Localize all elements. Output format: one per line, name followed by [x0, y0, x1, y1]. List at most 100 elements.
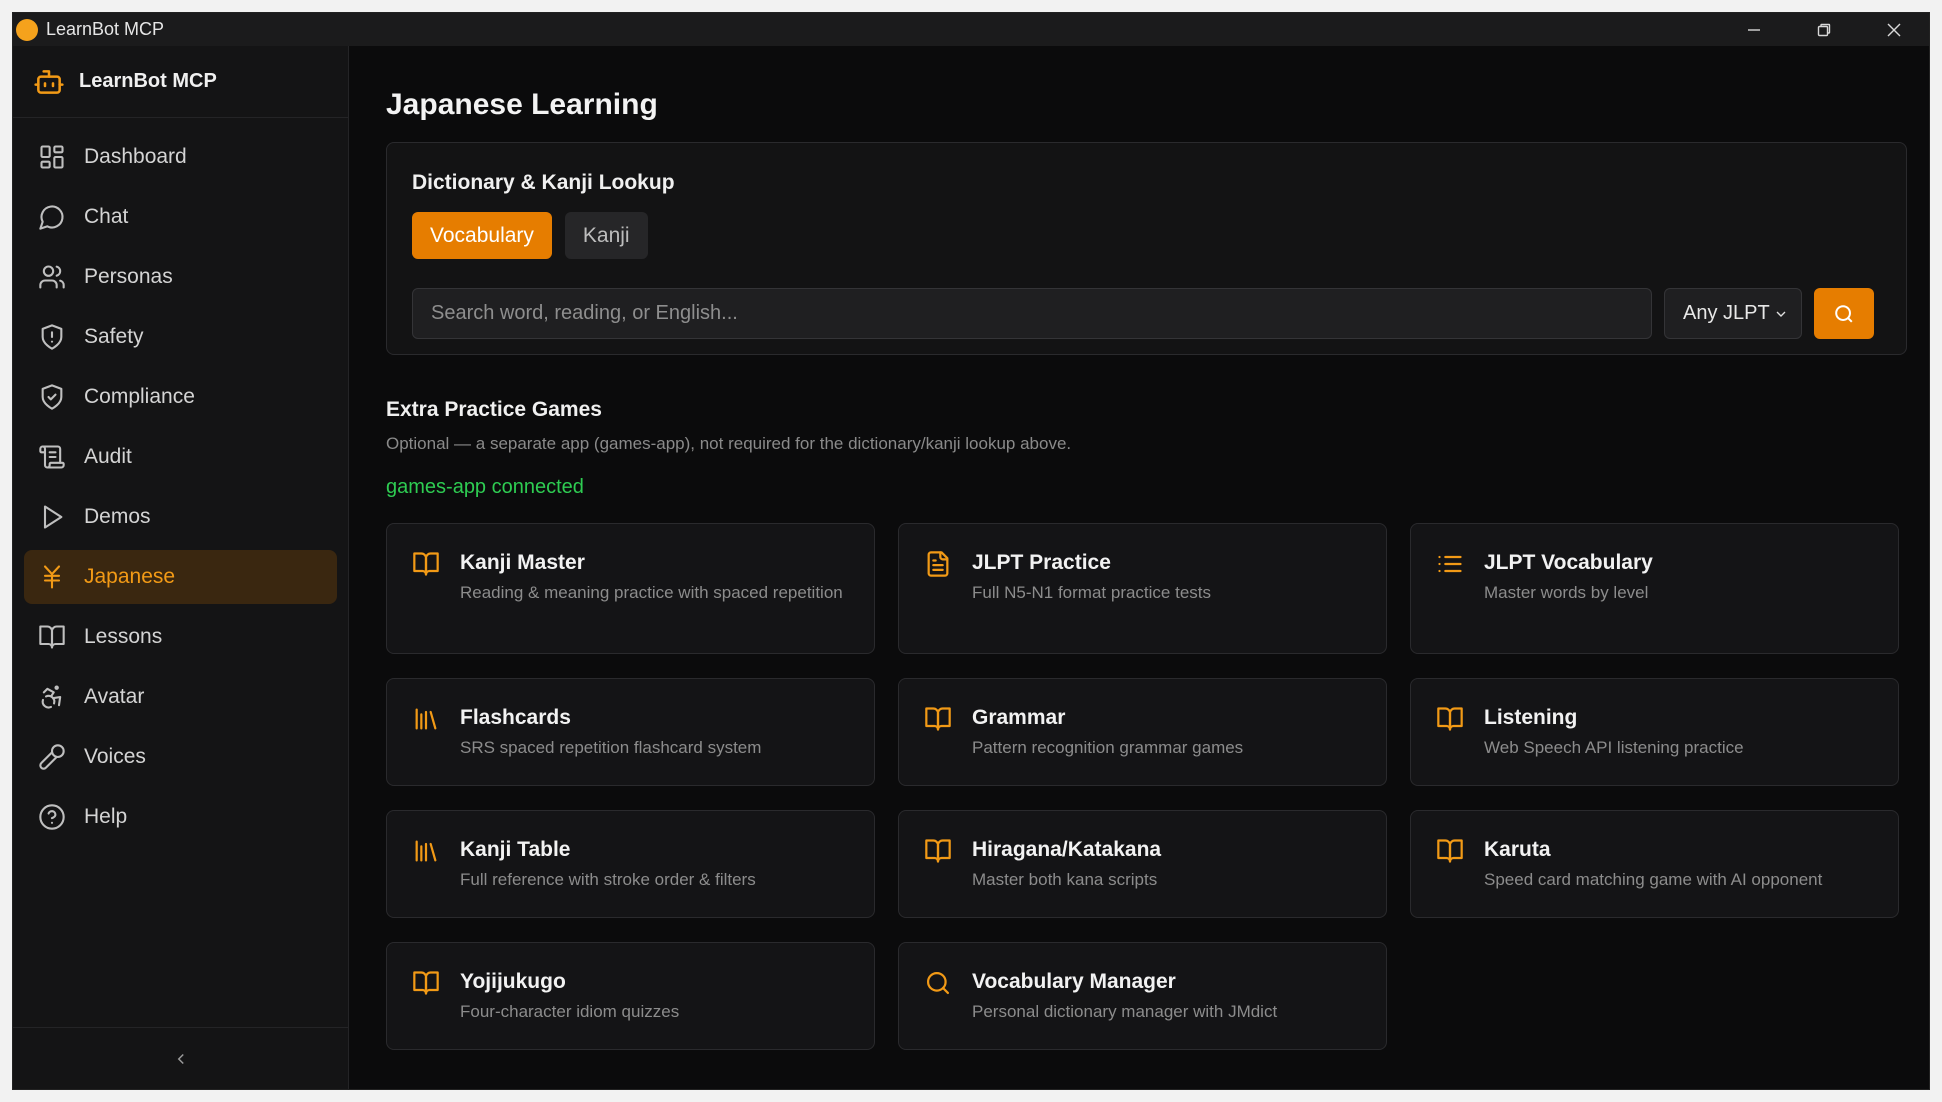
game-card-hiragana-katakana[interactable]: Hiragana/Katakana Master both kana script… — [898, 810, 1387, 918]
sidebar-item-safety[interactable]: Safety — [24, 310, 337, 364]
search-icon — [1835, 304, 1853, 323]
collapse-sidebar-button[interactable] — [13, 1027, 348, 1089]
sidebar-item-lessons[interactable]: Lessons — [24, 610, 337, 664]
scroll-icon — [37, 442, 67, 472]
connection-status: games-app connected — [386, 476, 584, 498]
page-title: Japanese Learning — [386, 88, 658, 121]
sidebar: LearnBot MCP Dashboard Chat Personas Saf… — [13, 46, 349, 1089]
book-open-icon — [923, 837, 953, 867]
chevron-left-icon — [177, 1053, 184, 1064]
users-icon — [37, 262, 67, 292]
game-title: Vocabulary Manager — [972, 970, 1176, 993]
sidebar-item-label: Japanese — [84, 565, 176, 588]
book-open-icon — [411, 969, 441, 999]
sidebar-item-personas[interactable]: Personas — [24, 250, 337, 304]
search-row: Any JLPT — [412, 288, 1881, 339]
jlpt-level-select[interactable]: Any JLPT — [1664, 288, 1802, 339]
game-title: Flashcards — [460, 706, 571, 729]
close-icon — [1887, 23, 1901, 36]
game-title: Yojijukugo — [460, 970, 566, 993]
sidebar-item-label: Safety — [84, 325, 144, 348]
sidebar-item-label: Avatar — [84, 685, 145, 708]
search-icon — [923, 969, 953, 999]
lookup-tabs: Vocabulary Kanji — [412, 212, 1881, 259]
minimize-button[interactable] — [1719, 13, 1789, 46]
book-open-icon — [411, 550, 441, 580]
app-icon — [16, 18, 38, 41]
game-card-jlpt-practice[interactable]: JLPT Practice Full N5-N1 format practice … — [898, 523, 1387, 654]
game-description: Speed card matching game with AI opponen… — [1484, 870, 1823, 889]
game-description: Full N5-N1 format practice tests — [972, 583, 1212, 602]
game-description: Master both kana scripts — [972, 870, 1158, 889]
minimize-icon — [1748, 28, 1760, 31]
sidebar-item-label: Demos — [84, 505, 151, 528]
restore-button[interactable] — [1789, 13, 1859, 46]
yen-icon — [37, 562, 67, 592]
sidebar-item-dashboard[interactable]: Dashboard — [24, 130, 337, 184]
game-title: JLPT Practice — [972, 551, 1111, 574]
game-title: Kanji Table — [460, 838, 571, 861]
sidebar-item-japanese[interactable]: Japanese — [24, 550, 337, 604]
brand-name: LearnBot MCP — [79, 70, 217, 92]
sidebar-item-label: Dashboard — [84, 145, 187, 168]
game-card-listening[interactable]: Listening Web Speech API listening practi… — [1410, 678, 1899, 786]
sidebar-item-label: Lessons — [84, 625, 163, 648]
game-card-yojijukugo[interactable]: Yojijukugo Four-character idiom quizzes — [386, 942, 875, 1050]
sidebar-item-avatar[interactable]: Avatar — [24, 670, 337, 724]
games-section-title: Extra Practice Games — [386, 398, 602, 421]
game-title: Listening — [1484, 706, 1578, 729]
search-button[interactable] — [1814, 288, 1874, 339]
game-description: SRS spaced repetition flashcard system — [460, 738, 762, 757]
sidebar-item-audit[interactable]: Audit — [24, 430, 337, 484]
app-window: LearnBot MCP LearnBot MCP Dashboard Chat… — [12, 12, 1930, 1090]
game-description: Four-character idiom quizzes — [460, 1002, 680, 1021]
game-card-vocabulary-manager[interactable]: Vocabulary Manager Personal dictionary ma… — [898, 942, 1387, 1050]
book-open-icon — [1435, 837, 1465, 867]
play-icon — [37, 502, 67, 532]
game-card-jlpt-vocabulary[interactable]: JLPT Vocabulary Master words by level — [1410, 523, 1899, 654]
sidebar-item-label: Voices — [84, 745, 146, 768]
tab-vocabulary[interactable]: Vocabulary — [412, 212, 552, 259]
sidebar-item-chat[interactable]: Chat — [24, 190, 337, 244]
game-title: Kanji Master — [460, 551, 585, 574]
game-card-karuta[interactable]: Karuta Speed card matching game with AI o… — [1410, 810, 1899, 918]
shield-alert-icon — [37, 322, 67, 352]
tab-kanji[interactable]: Kanji — [564, 212, 648, 259]
main-content: Japanese Learning Dictionary & Kanji Loo… — [350, 46, 1929, 1089]
window-title: LearnBot MCP — [46, 19, 165, 39]
search-input[interactable] — [412, 288, 1652, 339]
chat-icon — [37, 202, 67, 232]
game-description: Master words by level — [1484, 583, 1649, 602]
dashboard-icon — [37, 142, 67, 172]
lookup-heading: Dictionary & Kanji Lookup — [412, 171, 675, 194]
game-card-flashcards[interactable]: Flashcards SRS spaced repetition flashcar… — [386, 678, 875, 786]
sidebar-item-compliance[interactable]: Compliance — [24, 370, 337, 424]
game-description: Web Speech API listening practice — [1484, 738, 1744, 757]
book-open-icon — [923, 705, 953, 735]
close-button[interactable] — [1859, 13, 1929, 46]
help-icon — [37, 802, 67, 832]
microphone-icon — [37, 742, 67, 772]
game-title: JLPT Vocabulary — [1484, 551, 1653, 574]
sidebar-item-help[interactable]: Help — [24, 790, 337, 844]
sidebar-item-label: Compliance — [84, 385, 195, 408]
game-card-grammar[interactable]: Grammar Pattern recognition grammar games — [898, 678, 1387, 786]
sidebar-nav: Dashboard Chat Personas Safety Complianc… — [13, 118, 348, 862]
game-card-kanji-table[interactable]: Kanji Table Full reference with stroke or… — [386, 810, 875, 918]
shield-check-icon — [37, 382, 67, 412]
sidebar-item-demos[interactable]: Demos — [24, 490, 337, 544]
games-grid: Kanji Master Reading & meaning practice w… — [386, 523, 1907, 1050]
accessibility-icon — [37, 682, 67, 712]
game-title: Hiragana/Katakana — [972, 838, 1162, 861]
games-section-subtitle: Optional — a separate app (games-app), n… — [386, 434, 1072, 453]
game-title: Grammar — [972, 706, 1066, 729]
game-card-kanji-master[interactable]: Kanji Master Reading & meaning practice w… — [386, 523, 875, 654]
game-description: Reading & meaning practice with spaced r… — [460, 583, 843, 602]
book-icon — [37, 622, 67, 652]
sidebar-item-voices[interactable]: Voices — [24, 730, 337, 784]
window-controls — [1719, 13, 1929, 46]
brand-header[interactable]: LearnBot MCP — [13, 46, 348, 118]
sidebar-item-label: Chat — [84, 205, 129, 228]
dictionary-lookup-card: Dictionary & Kanji Lookup Vocabulary Kan… — [386, 142, 1907, 355]
sidebar-item-label: Help — [84, 805, 128, 828]
